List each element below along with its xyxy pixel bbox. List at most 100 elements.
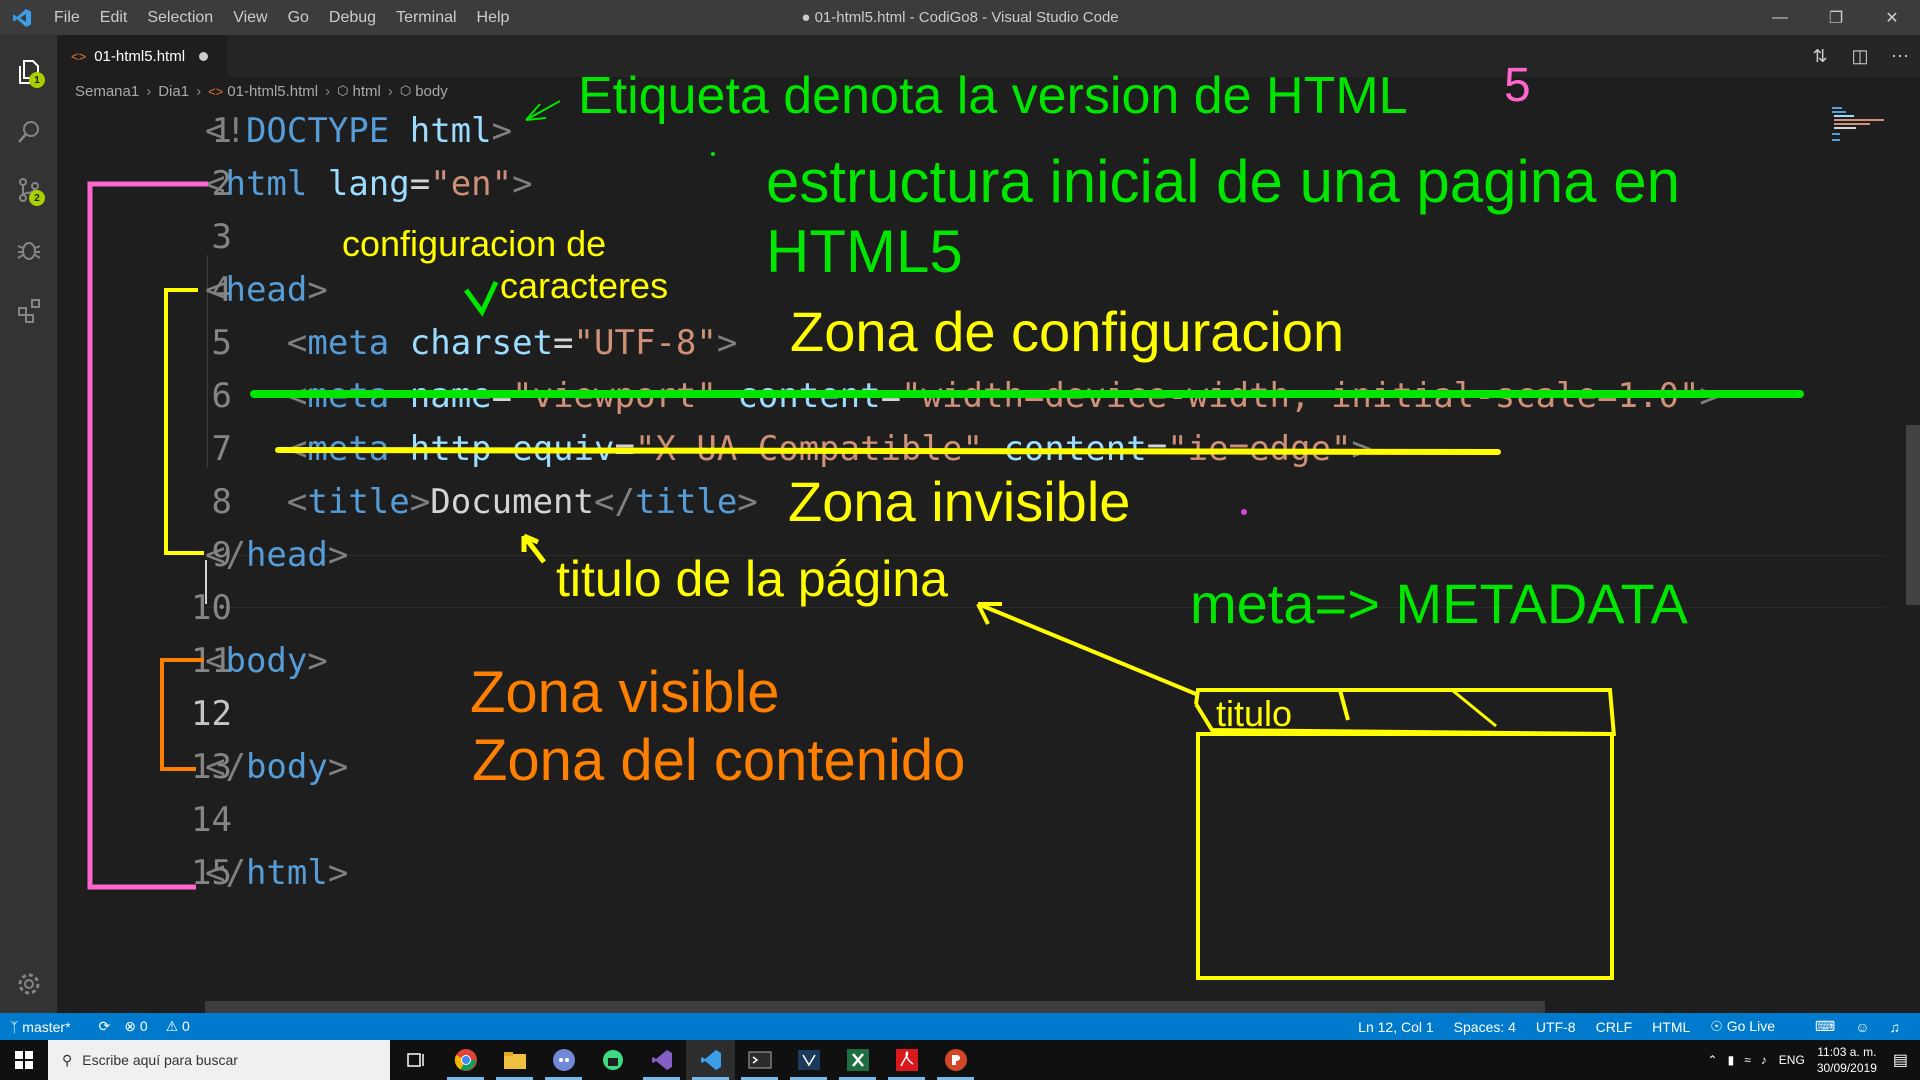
unsaved-dot-icon[interactable] [199, 51, 209, 61]
code-line[interactable]: </head> [205, 529, 348, 582]
code-token: = [880, 376, 902, 416]
volume-icon[interactable]: ♪ [1761, 1053, 1767, 1067]
search-icon[interactable] [0, 103, 57, 160]
code-line[interactable]: <meta http-equiv="X-UA-Compatible" conte… [205, 423, 1372, 476]
chevron-up-icon[interactable]: ⌃ [1708, 1053, 1718, 1067]
clock-date: 30/09/2019 [1816, 1061, 1877, 1075]
extensions-icon[interactable] [0, 281, 57, 338]
windows-start-icon[interactable] [0, 1040, 48, 1080]
encoding[interactable]: UTF-8 [1536, 1019, 1576, 1035]
annotation-titulo-pagina: titulo de la página [556, 551, 948, 607]
code-line[interactable]: <head> [205, 264, 328, 317]
android-icon[interactable] [588, 1040, 637, 1080]
more-icon[interactable]: ⋯ [1880, 46, 1920, 67]
bell-icon[interactable]: ♫ [1890, 1019, 1901, 1035]
wifi-icon[interactable]: ≈ [1744, 1053, 1751, 1067]
code-line[interactable]: <meta charset="UTF-8"> [205, 317, 737, 370]
terminal-icon[interactable] [735, 1040, 784, 1080]
menu-file[interactable]: File [44, 0, 90, 35]
minimize-icon[interactable]: — [1752, 0, 1808, 35]
file-explorer-icon[interactable] [490, 1040, 539, 1080]
errors-count: 0 [139, 1018, 148, 1034]
code-token: content [1003, 429, 1147, 469]
powerpoint-icon[interactable] [931, 1040, 980, 1080]
code-token: "en" [430, 164, 513, 204]
code-token: = [409, 164, 431, 204]
battery-icon[interactable]: ▮ [1728, 1053, 1735, 1067]
notifications-icon[interactable]: ▤ [1893, 1050, 1908, 1070]
code-token: </ [205, 535, 246, 575]
smiley-icon[interactable]: ☺ [1855, 1019, 1869, 1035]
end-of-line[interactable]: CRLF [1596, 1019, 1633, 1035]
code-token: </ [593, 482, 635, 522]
debug-icon[interactable] [0, 221, 57, 278]
breadcrumb-body[interactable]: body [415, 83, 448, 100]
menu-terminal[interactable]: Terminal [386, 0, 466, 35]
restore-icon[interactable]: ❐ [1808, 0, 1864, 35]
code-token: http-equiv [409, 429, 615, 469]
code-token: > [307, 270, 328, 310]
annotation-sketch-tab: titulo [1216, 693, 1293, 734]
compare-icon[interactable]: ⇅ [1800, 46, 1840, 67]
language-mode[interactable]: HTML [1652, 1019, 1690, 1035]
minimap[interactable] [1830, 105, 1890, 145]
split-editor-icon[interactable]: ◫ [1840, 46, 1880, 67]
chrome-icon[interactable] [441, 1040, 490, 1080]
code-line[interactable]: <meta name="viewport" content="width=dev… [205, 370, 1720, 423]
breadcrumb-file[interactable]: 01-html5.html [227, 83, 318, 100]
code-token: </ [205, 853, 246, 893]
input-language[interactable]: ENG [1779, 1053, 1805, 1067]
tab-label: 01-html5.html [94, 47, 186, 65]
breadcrumb-html[interactable]: html [353, 83, 381, 100]
menu-help[interactable]: Help [467, 0, 520, 35]
menu-view[interactable]: View [223, 0, 277, 35]
explorer-icon[interactable]: 1 [0, 43, 57, 100]
go-live-button[interactable]: ☉ Go Live [1710, 1018, 1795, 1035]
cursor-position[interactable]: Ln 12, Col 1 [1358, 1019, 1434, 1035]
taskbar-search-box[interactable]: ⚲ Escribe aquí para buscar [48, 1040, 390, 1080]
tab-01-html5[interactable]: <> 01-html5.html [57, 35, 227, 77]
code-line[interactable]: </html> [205, 847, 348, 900]
code-line[interactable]: <!DOCTYPE html> [205, 105, 512, 158]
discord-icon[interactable] [539, 1040, 588, 1080]
code-token: meta [307, 323, 390, 363]
horizontal-scrollbar[interactable] [205, 1001, 1545, 1013]
code-line[interactable]: <body> [205, 635, 328, 688]
problems-indicator[interactable]: ⊗ 0 ⚠ 0 [124, 1018, 204, 1035]
code-editor[interactable]: 1 2 3 4 5 6 7 8 9 10 11 12 13 14 15 <!DOCTYPE html> <ht… [57, 105, 1920, 1013]
menu-edit[interactable]: Edit [90, 0, 138, 35]
source-control-icon[interactable]: 2 [0, 161, 57, 218]
menu-selection[interactable]: Selection [137, 0, 223, 35]
acrobat-icon[interactable] [882, 1040, 931, 1080]
close-icon[interactable]: ✕ [1864, 0, 1920, 35]
annotation-zona-visible: Zona visible [470, 660, 780, 725]
annotation-meta-metadata: meta=> METADATA [1190, 572, 1688, 635]
chevron-right-icon: › [196, 82, 202, 100]
task-view-icon[interactable] [392, 1040, 441, 1080]
breadcrumb-dia1[interactable]: Dia1 [158, 83, 189, 100]
git-branch[interactable]: ᛉ master* [10, 1019, 85, 1035]
hyper-icon[interactable] [784, 1040, 833, 1080]
vscode-icon[interactable] [686, 1040, 735, 1080]
gear-icon[interactable] [0, 955, 57, 1012]
clock[interactable]: 11:03 a. m. 30/09/2019 [1817, 1044, 1877, 1076]
vertical-scrollbar[interactable] [1906, 425, 1920, 605]
code-token: "UTF-8" [573, 323, 717, 363]
taskbar-apps [392, 1040, 980, 1080]
git-branch-label: master* [22, 1018, 71, 1035]
html-file-icon: <> [208, 83, 224, 99]
visual-studio-icon[interactable] [637, 1040, 686, 1080]
indentation[interactable]: Spaces: 4 [1454, 1019, 1516, 1035]
excel-icon[interactable] [833, 1040, 882, 1080]
menu-debug[interactable]: Debug [319, 0, 386, 35]
code-line[interactable]: <html lang="en"> [205, 158, 533, 211]
status-bar: ᛉ master* ⟳ ⊗ 0 ⚠ 0 Ln 12, Col 1 Spaces:… [0, 1013, 1920, 1040]
code-token: lang [327, 164, 410, 204]
code-line[interactable]: </body> [205, 741, 348, 794]
menu-go[interactable]: Go [278, 0, 319, 35]
sync-icon[interactable]: ⟳ [99, 1018, 111, 1035]
breadcrumb-semana1[interactable]: Semana1 [75, 83, 139, 100]
code-line[interactable]: <title>Document</title> [205, 476, 758, 529]
terminal-icon[interactable]: ⌨ [1815, 1018, 1835, 1035]
